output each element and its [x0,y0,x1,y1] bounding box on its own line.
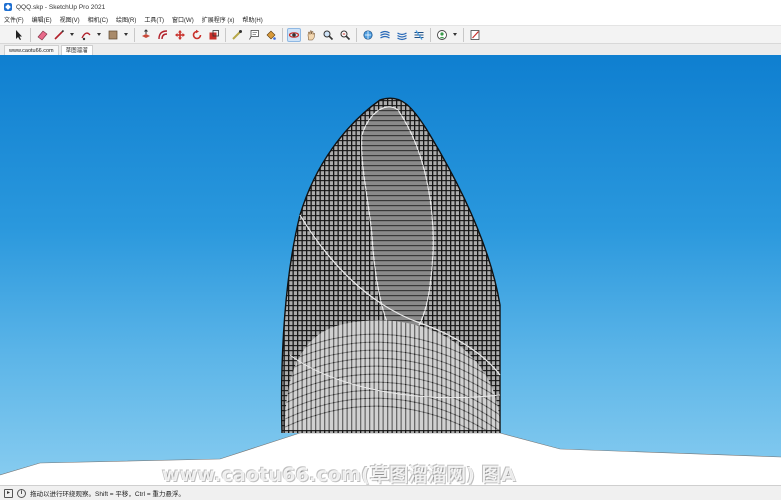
model-scene [0,97,781,485]
pan-hand-icon[interactable] [304,28,318,42]
extension-manager-icon[interactable] [412,28,426,42]
push-pull-icon[interactable] [139,28,153,42]
pencil-line-icon[interactable] [52,28,66,42]
text-label-icon[interactable] [247,28,261,42]
menu-window[interactable]: 窗口(W) [172,15,194,24]
tab-site[interactable]: www.caotu66.com [4,45,59,55]
toolbar-separator [30,27,31,42]
toolbar-separator [356,27,357,42]
menu-edit[interactable]: 编辑(E) [32,15,52,24]
toolbar-separator [225,27,226,42]
move-icon[interactable] [173,28,187,42]
eraser-icon[interactable] [35,28,49,42]
warehouse-icon[interactable] [361,28,375,42]
status-toggle-icon[interactable]: ▸ [4,488,13,498]
tab-scene[interactable]: 草图溜溜 [60,45,93,55]
status-bar: ▸ i 拖动以进行环绕观察。Shift = 平移，Ctrl = 重力悬浮。 [0,485,781,500]
select-arrow-icon[interactable] [12,28,26,42]
scene-tabs: www.caotu66.com 草图溜溜 [0,44,781,55]
rectangle-shape-icon[interactable] [106,28,120,42]
zoom-icon[interactable] [321,28,335,42]
menu-view[interactable]: 视图(V) [60,15,80,24]
orbit-icon[interactable] [287,27,301,42]
title-bar: QQQ.skp - SketchUp Pro 2021 [0,0,781,14]
sketchup-logo-icon [4,3,12,11]
menu-help[interactable]: 帮助(H) [242,15,262,24]
watermark-text: www.caotu66.com(草图溜溜网) 图A [162,464,516,486]
menu-draw[interactable]: 绘图(R) [116,15,136,24]
toolbar-separator [282,27,283,42]
zoom-extents-icon[interactable] [338,28,352,42]
shape-dropdown-icon[interactable] [123,28,129,42]
window-title: QQQ.skp - SketchUp Pro 2021 [16,3,106,11]
menu-extensions[interactable]: 扩展程序 (x) [202,15,235,24]
menu-camera[interactable]: 相机(C) [88,15,108,24]
menu-tools[interactable]: 工具(T) [144,15,164,24]
status-message: 拖动以进行环绕观察。Shift = 平移，Ctrl = 重力悬浮。 [30,491,185,498]
arc-icon[interactable] [79,28,93,42]
profile-dropdown-icon[interactable] [452,28,458,42]
pencil-dropdown-icon[interactable] [69,28,75,42]
notes-icon[interactable] [468,28,482,42]
paint-bucket-icon[interactable] [264,28,278,42]
toolbar-separator [134,27,135,42]
layout-icon[interactable] [395,28,409,42]
extension-warehouse-icon[interactable] [378,28,392,42]
tape-measure-icon[interactable] [230,28,244,42]
drawing-viewport[interactable] [0,55,781,485]
arc-dropdown-icon[interactable] [96,28,102,42]
info-icon[interactable]: i [17,488,26,498]
toolbar-separator [430,27,431,42]
menu-bar: 文件(F) 编辑(E) 视图(V) 相机(C) 绘图(R) 工具(T) 窗口(W… [0,14,781,25]
main-toolbar [0,25,781,44]
toolbar-separator [463,27,464,42]
offset-icon[interactable] [156,28,170,42]
rotate-icon[interactable] [190,28,204,42]
profile-icon[interactable] [435,28,449,42]
menu-file[interactable]: 文件(F) [4,15,24,24]
scale-icon[interactable] [207,28,221,42]
